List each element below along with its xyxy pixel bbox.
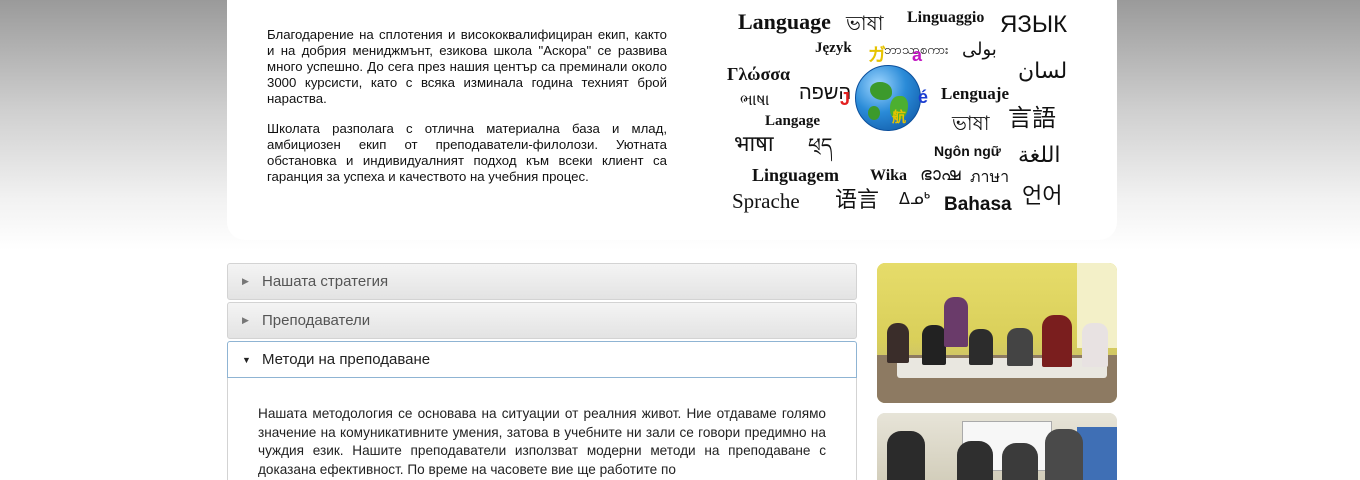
accordion-header-strategy[interactable]: ▶ Нашата стратегия (227, 263, 857, 300)
intro-paragraph-2: Школата разполага с отлична материална б… (267, 121, 667, 184)
cloud-word: Linguagem (752, 165, 840, 185)
accordion-header-label: Преподаватели (262, 312, 371, 329)
cloud-word: بولی (962, 39, 997, 59)
cloud-word: Linguaggio (907, 9, 985, 26)
globe-icon (855, 65, 921, 131)
cloud-word: ভাষা (846, 13, 884, 35)
globe-badge: 航 (892, 109, 906, 125)
cloud-word: 言語 (1008, 105, 1056, 132)
intro-paragraph-1: Благодарение на сплотения и висококвалиф… (267, 27, 667, 106)
globe-badge: J (840, 89, 851, 109)
cloud-word: 언어 (1022, 183, 1063, 208)
cloud-word: Wika (870, 167, 908, 184)
cloud-word: Ngôn ngữ (934, 143, 1001, 159)
cloud-word: ભાષા (740, 92, 770, 109)
cloud-word: ভাষা (952, 113, 990, 135)
triangle-right-icon: ▶ (242, 315, 249, 325)
accordion-header-teachers[interactable]: ▶ Преподаватели (227, 302, 857, 339)
globe-badge: ガ (868, 45, 886, 65)
cloud-word: Langage (765, 113, 821, 129)
info-accordion: ▶ Нашата стратегия ▶ Преподаватели ▼ Мет… (227, 263, 857, 480)
classroom-photo[interactable] (877, 263, 1117, 403)
intro-card: Благодарение на сплотения и висококвалиф… (227, 0, 1117, 240)
cloud-word: Language (738, 9, 831, 34)
team-photo[interactable] (877, 413, 1117, 480)
cloud-word: Γλώσσα (727, 64, 791, 84)
globe-badge: é (918, 87, 929, 107)
triangle-down-icon: ▼ (242, 354, 251, 365)
cloud-word: Bahasa (944, 194, 1012, 215)
accordion-header-methods[interactable]: ▼ Методи на преподаване (227, 341, 857, 378)
accordion-header-label: Методи на преподаване (262, 351, 431, 368)
language-word-cloud-image: Language ভাষা Linguaggio ЯЗЫК Język ဘာသာ… (722, 9, 1072, 214)
cloud-word: ภาษา (970, 169, 1010, 186)
cloud-word: भाषा (734, 131, 774, 156)
cloud-word: ഭാഷ (920, 164, 961, 184)
cloud-word: Lenguaje (941, 84, 1009, 103)
cloud-word: لسان (1018, 58, 1068, 83)
cloud-word: ЯЗЫК (1000, 11, 1068, 38)
globe-badge: a (912, 45, 923, 65)
cloud-word: ཕ྄ད (808, 135, 833, 157)
triangle-right-icon: ▶ (242, 276, 249, 286)
cloud-word: اللغة (1018, 142, 1061, 167)
accordion-header-label: Нашата стратегия (262, 273, 389, 290)
cloud-word: 语言 (835, 187, 880, 212)
accordion-panel-methods: Нашата методология се основава на ситуац… (227, 378, 857, 480)
methods-text: Нашата методология се основава на ситуац… (258, 406, 826, 477)
cloud-word: Sprache (732, 189, 800, 213)
intro-text: Благодарение на сплотения и висококвалиф… (267, 27, 667, 199)
cloud-word: ᐃᓄᒃ (899, 191, 931, 208)
cloud-word: Język (815, 40, 852, 56)
